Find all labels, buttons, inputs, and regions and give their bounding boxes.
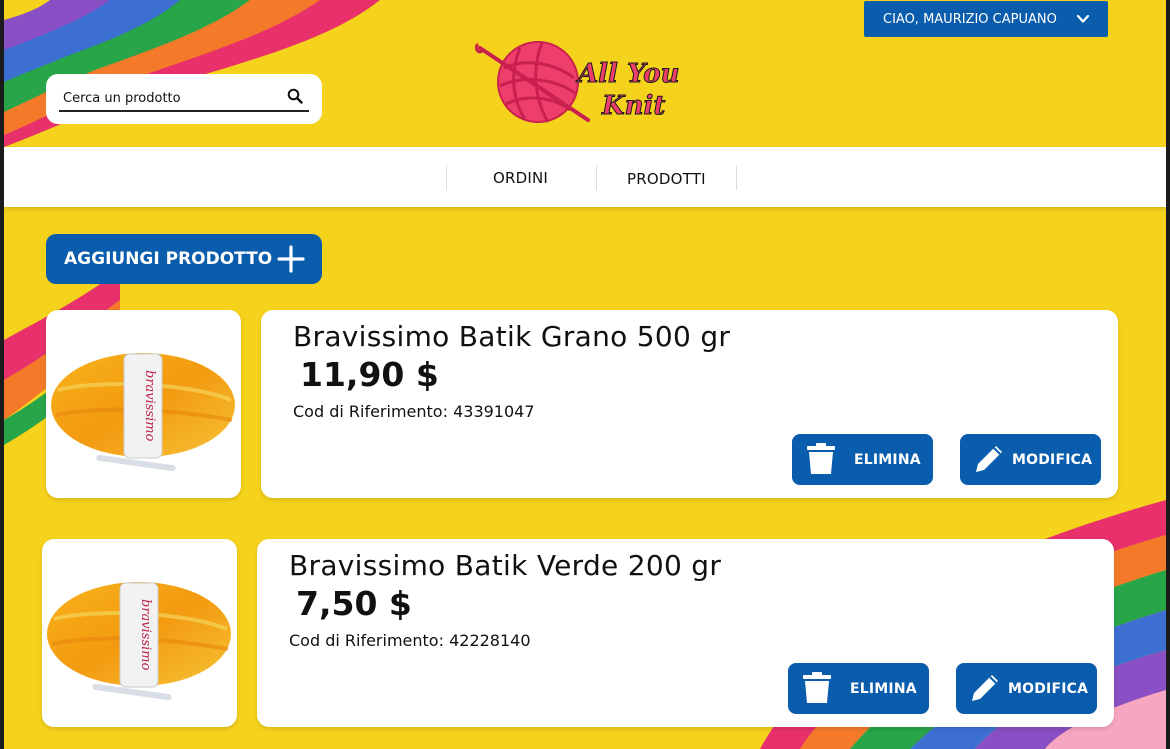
pencil-icon	[972, 675, 998, 701]
search-icon[interactable]	[287, 88, 303, 104]
main-navigation: ORDINI PRODOTTI	[4, 147, 1166, 207]
search-input[interactable]	[59, 86, 309, 112]
svg-text:Knit: Knit	[601, 91, 665, 121]
reference-code-label: Cod di Riferimento:	[293, 402, 448, 421]
nav-item-prodotti[interactable]: PRODOTTI	[627, 170, 706, 188]
delete-label: ELIMINA	[854, 452, 921, 468]
product-reference-code: Cod di Riferimento: 42228140	[289, 631, 531, 650]
product-card: Bravissimo Batik Grano 500 gr 11,90 $ Co…	[261, 310, 1118, 498]
delete-button[interactable]: ELIMINA	[788, 663, 929, 714]
yarn-skein-image: bravissimo	[51, 353, 235, 472]
nav-item-ordini[interactable]: ORDINI	[493, 169, 548, 187]
product-name: Bravissimo Batik Grano 500 gr	[293, 320, 731, 353]
reference-code-value: 42228140	[449, 631, 531, 650]
skein-label-text: bravissimo	[142, 370, 157, 442]
product-name: Bravissimo Batik Verde 200 gr	[289, 549, 722, 582]
user-menu-button[interactable]: CIAO, MAURIZIO CAPUANO	[864, 1, 1108, 37]
reference-code-value: 43391047	[453, 402, 535, 421]
nav-divider	[736, 165, 737, 190]
skein-label-text: bravissimo	[138, 599, 153, 671]
chevron-down-icon	[1076, 14, 1090, 23]
product-image-card[interactable]: bravissimo	[42, 539, 237, 727]
yarn-ball-logo-icon	[474, 41, 590, 123]
product-price: 11,90 $	[300, 355, 439, 394]
all-you-knit-logo[interactable]: All You Knit	[470, 38, 700, 130]
edit-button[interactable]: MODIFICA	[956, 663, 1097, 714]
trash-icon	[807, 443, 835, 474]
reference-code-label: Cod di Riferimento:	[289, 631, 444, 650]
plus-icon	[277, 245, 305, 273]
trash-icon	[803, 672, 831, 703]
delete-label: ELIMINA	[850, 681, 917, 697]
svg-text:All You: All You	[575, 59, 680, 89]
edit-label: MODIFICA	[1008, 681, 1089, 697]
add-product-button[interactable]: AGGIUNGI PRODOTTO	[46, 234, 322, 284]
pencil-icon	[976, 446, 1002, 472]
nav-divider	[596, 165, 597, 190]
product-card: Bravissimo Batik Verde 200 gr 7,50 $ Cod…	[257, 539, 1114, 727]
yarn-skein-image: bravissimo	[47, 582, 231, 701]
user-greeting: CIAO, MAURIZIO CAPUANO	[883, 11, 1057, 27]
delete-button[interactable]: ELIMINA	[792, 434, 933, 485]
search-box	[46, 74, 322, 124]
product-image-card[interactable]: bravissimo	[46, 310, 241, 498]
edit-button[interactable]: MODIFICA	[960, 434, 1101, 485]
add-product-label: AGGIUNGI PRODOTTO	[64, 249, 273, 269]
nav-divider	[446, 165, 447, 190]
edit-label: MODIFICA	[1012, 452, 1093, 468]
product-price: 7,50 $	[296, 584, 412, 623]
product-reference-code: Cod di Riferimento: 43391047	[293, 402, 535, 421]
